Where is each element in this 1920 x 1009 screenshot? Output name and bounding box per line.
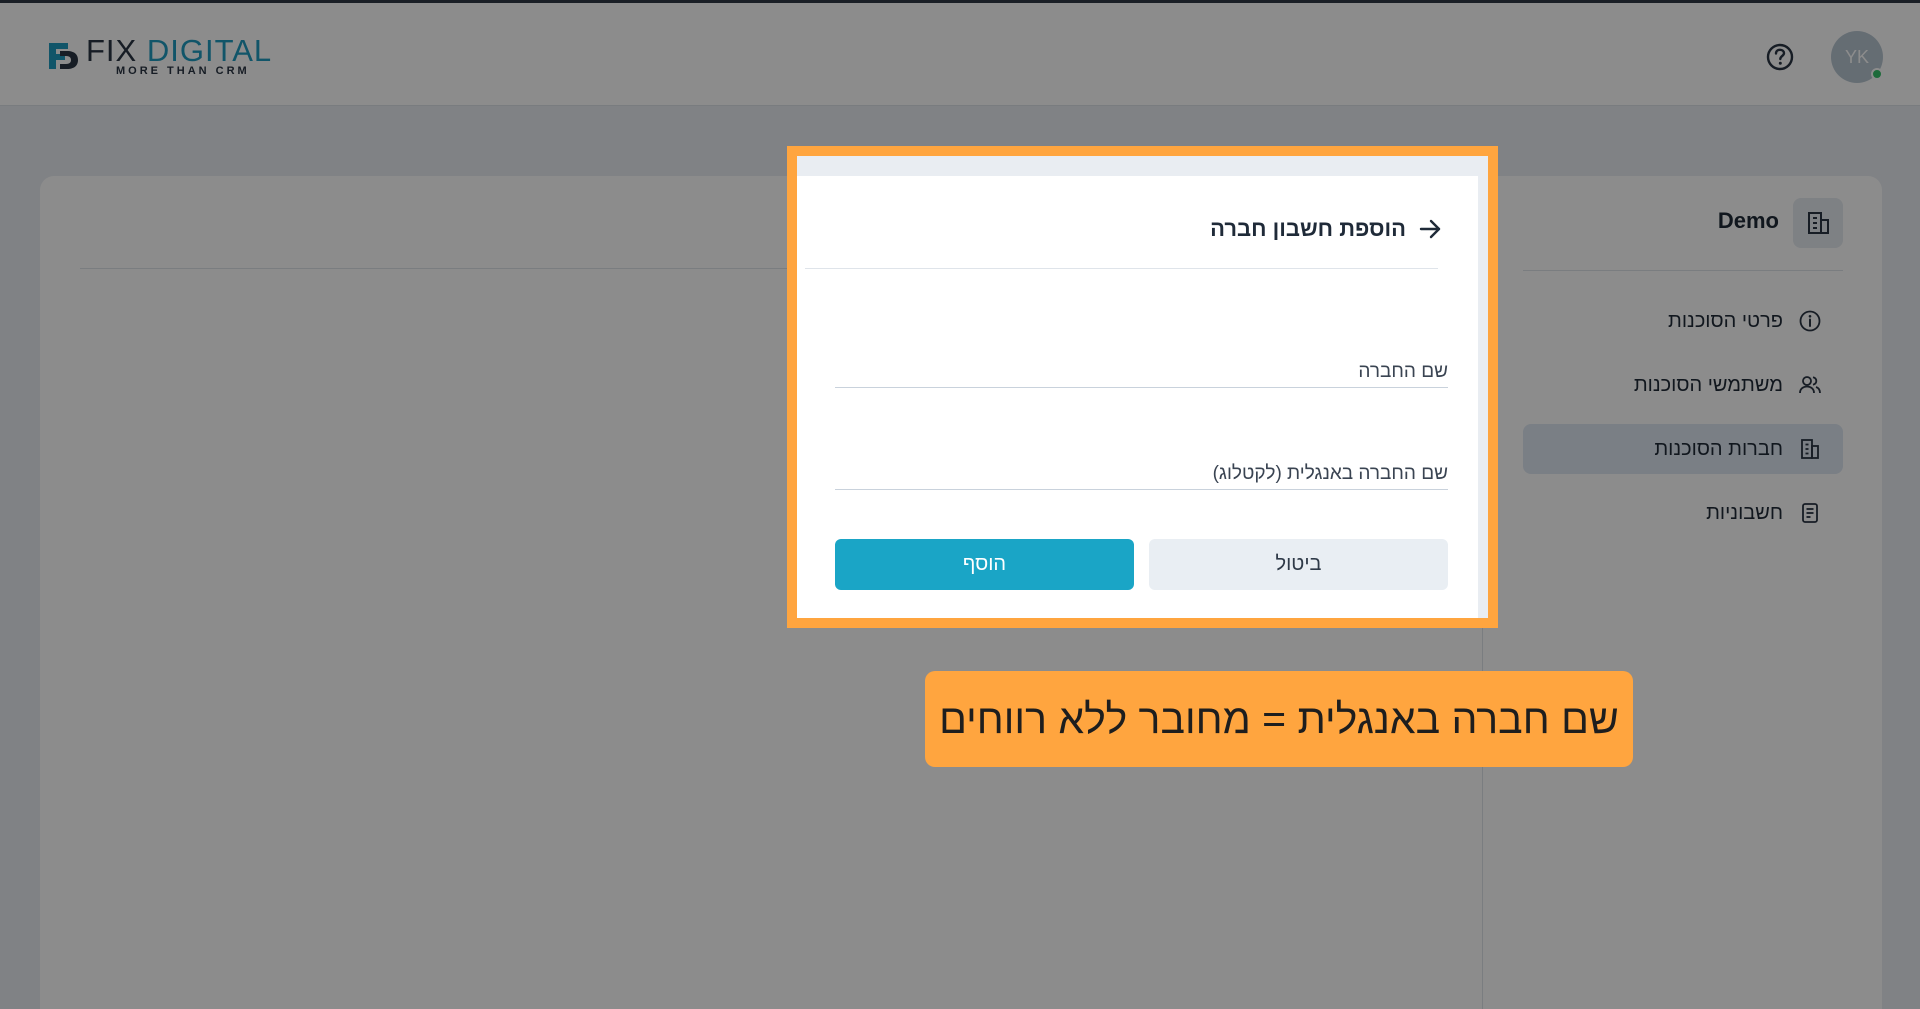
window-top-border xyxy=(0,0,1920,3)
company-name-input[interactable] xyxy=(835,338,1448,387)
add-company-account-modal: הוספת חשבון חברה ביטול הוסף xyxy=(787,146,1498,628)
instruction-callout: שם חברה באנגלית = מחובר ללא רווחים xyxy=(925,671,1633,767)
cancel-button[interactable]: ביטול xyxy=(1149,539,1448,590)
company-name-english-field xyxy=(835,440,1448,490)
add-button[interactable]: הוסף xyxy=(835,539,1134,590)
modal-background-strip xyxy=(797,156,1488,176)
company-name-field xyxy=(835,338,1448,388)
company-name-english-input[interactable] xyxy=(835,440,1448,489)
modal-background-edge xyxy=(1478,156,1488,618)
modal-title: הוספת חשבון חברה xyxy=(1210,216,1406,241)
modal-divider xyxy=(805,268,1438,269)
callout-text: שם חברה באנגלית = מחובר ללא רווחים xyxy=(939,695,1619,742)
arrow-right-icon[interactable] xyxy=(1416,215,1444,243)
modal-header: הוספת חשבון חברה xyxy=(1210,214,1444,244)
